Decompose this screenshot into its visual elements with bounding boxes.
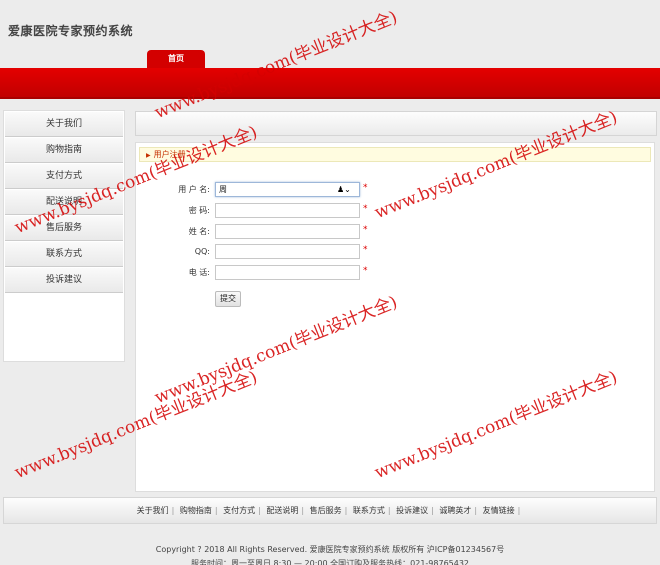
footer-link-after-sales[interactable]: 售后服务 [310,506,342,515]
sidebar: 关于我们 购物指南 支付方式 配送说明 售后服务 联系方式 投诉建议 [3,110,125,362]
service-hotline: 服务时间：周一至周日 8:30 — 20:00 全国订购及服务热线：021-98… [190,559,470,565]
footer-divider: | [344,506,348,515]
sidebar-item-after-sales[interactable]: 售后服务 [5,216,123,241]
footer-link-careers[interactable]: 诚聘英才 [439,506,471,515]
sidebar-item-contact[interactable]: 联系方式 [5,242,123,267]
breadcrumb-label: 用户注册 [153,150,186,159]
qq-label: QQ: [194,247,210,256]
name-label: 姓 名: [188,227,210,236]
sidebar-item-complaints[interactable]: 投诉建议 [5,268,123,293]
footer-link-about[interactable]: 关于我们 [137,506,169,515]
sidebar-item-shopping-guide[interactable]: 购物指南 [5,138,123,163]
triangle-right-icon: ▶ [146,152,151,159]
footer-divider: | [258,506,261,515]
footer-divider: | [431,506,434,515]
footer-divider: | [517,506,521,515]
sidebar-item-delivery[interactable]: 配送说明 [5,190,123,215]
register-panel: ▶用户注册 用 户 名: ♟⌄ * 密 码: * 姓 名: * QQ: * 电 … [135,142,655,492]
name-field[interactable] [215,224,360,239]
submit-button[interactable]: 提交 [215,291,241,307]
required-mark: * [363,245,368,255]
site-title: 爱康医院专家预约系统 [8,24,134,38]
sidebar-item-payment[interactable]: 支付方式 [5,164,123,189]
footer-link-complaints[interactable]: 投诉建议 [396,506,428,515]
main-header-bar [135,111,657,136]
username-label: 用 户 名: [178,185,210,194]
footer-divider: | [214,506,218,515]
password-label: 密 码: [188,206,210,215]
required-mark: * [363,183,368,193]
password-field[interactable] [215,203,360,218]
required-mark: * [363,204,368,214]
footer-divider: | [387,506,391,515]
footer-link-payment[interactable]: 支付方式 [223,506,255,515]
footer-divider: | [301,506,305,515]
phone-field[interactable] [215,265,360,280]
footer-link-shopping-guide[interactable]: 购物指南 [180,506,212,515]
breadcrumb: ▶ 用户注册 [139,147,651,162]
qq-field[interactable] [215,244,360,259]
required-mark: * [363,266,368,276]
footer-link-friend-links[interactable]: 友情链接 [483,506,515,515]
user-dropdown-icon[interactable]: ♟⌄ [337,184,357,195]
required-mark: * [363,225,368,235]
sidebar-item-about[interactable]: 关于我们 [5,112,123,137]
nav-bar [0,68,660,99]
copyright-text: Copyright ? 2018 All Rights Reserved. 爱康… [155,545,505,554]
footer-divider: | [171,506,175,515]
footer-link-contact[interactable]: 联系方式 [353,506,385,515]
phone-label: 电 话: [188,268,210,277]
footer-divider: | [474,506,478,515]
footer-link-delivery[interactable]: 配送说明 [266,506,298,515]
footer-links: 关于我们 | 购物指南 | 支付方式 | 配送说明 | 售后服务 | 联系方式 | 投诉建议… [3,497,657,524]
